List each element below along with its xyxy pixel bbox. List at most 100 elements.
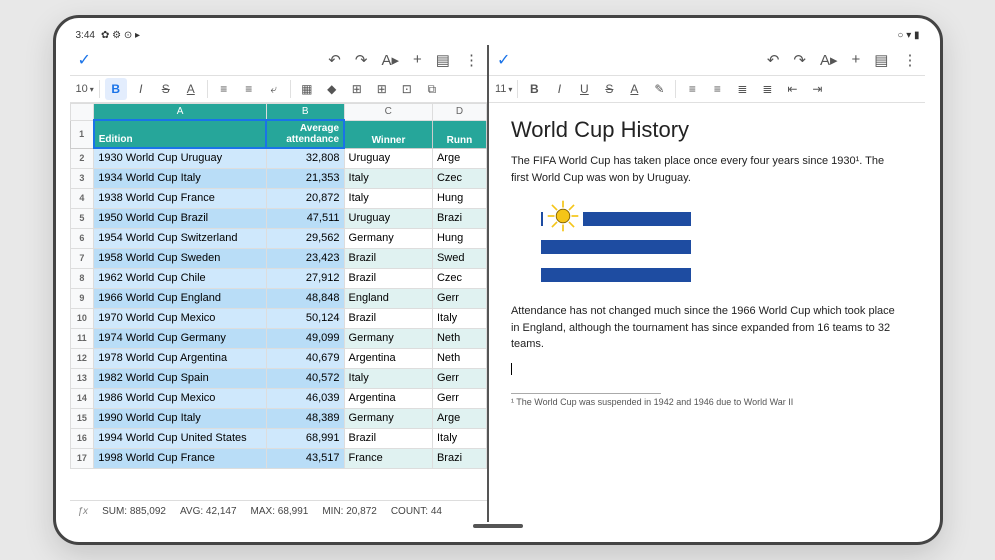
doc-caret-line[interactable] [511, 361, 904, 378]
text-color-button[interactable]: A [623, 78, 645, 100]
insert-icon[interactable]: + [413, 51, 422, 69]
merge-button[interactable]: ▦ [296, 78, 318, 100]
row-header[interactable]: 1 [70, 120, 94, 148]
cell-runnerup[interactable]: Gerr [432, 288, 486, 308]
cell-attendance[interactable]: 20,872 [266, 188, 344, 208]
cell-runnerup[interactable]: Gerr [432, 388, 486, 408]
header-runnerup[interactable]: Runn [432, 120, 486, 148]
uruguay-flag-image[interactable] [541, 194, 691, 289]
cell-edition[interactable]: 1966 World Cup England [94, 288, 267, 308]
redo-icon[interactable]: ↷ [793, 51, 806, 69]
cell-runnerup[interactable]: Brazi [432, 208, 486, 228]
cell-attendance[interactable]: 23,423 [266, 248, 344, 268]
cell-winner[interactable]: Brazil [344, 248, 432, 268]
cell-attendance[interactable]: 68,991 [266, 428, 344, 448]
row-header[interactable]: 13 [70, 368, 94, 388]
more-icon[interactable]: ⋮ [464, 51, 479, 69]
cell-edition[interactable]: 1986 World Cup Mexico [94, 388, 267, 408]
underline-button[interactable]: U [573, 78, 595, 100]
cell-attendance[interactable]: 21,353 [266, 168, 344, 188]
doc-title[interactable]: World Cup History [511, 117, 904, 143]
comment-icon[interactable]: ▤ [436, 51, 450, 69]
cell-attendance[interactable]: 27,912 [266, 268, 344, 288]
cell-runnerup[interactable]: Italy [432, 308, 486, 328]
row-header[interactable]: 9 [70, 288, 94, 308]
text-format-icon[interactable]: A▸ [820, 51, 838, 69]
cell-winner[interactable]: Uruguay [344, 148, 432, 168]
cell-winner[interactable]: Italy [344, 368, 432, 388]
cell-button[interactable]: ⊡ [396, 78, 418, 100]
cell-edition[interactable]: 1982 World Cup Spain [94, 368, 267, 388]
insert-row-button[interactable]: ⊞ [371, 78, 393, 100]
cell-edition[interactable]: 1938 World Cup France [94, 188, 267, 208]
cell-attendance[interactable]: 32,808 [266, 148, 344, 168]
cell-attendance[interactable]: 40,679 [266, 348, 344, 368]
row-header[interactable]: 6 [70, 228, 94, 248]
cell-edition[interactable]: 1974 World Cup Germany [94, 328, 267, 348]
row-header[interactable]: 2 [70, 148, 94, 168]
cell-edition[interactable]: 1930 World Cup Uruguay [94, 148, 267, 168]
cell-edition[interactable]: 1954 World Cup Switzerland [94, 228, 267, 248]
cell-edition[interactable]: 1958 World Cup Sweden [94, 248, 267, 268]
cell-runnerup[interactable]: Italy [432, 428, 486, 448]
line-spacing-button[interactable]: ≡ [706, 78, 728, 100]
col-header-a[interactable]: A [94, 104, 267, 121]
cell-winner[interactable]: Brazil [344, 428, 432, 448]
row-header[interactable]: 3 [70, 168, 94, 188]
spreadsheet-grid[interactable]: A B C D 1 Edition Average attendance Win… [70, 103, 487, 500]
bold-button[interactable]: B [523, 78, 545, 100]
row-header[interactable]: 5 [70, 208, 94, 228]
accept-check-icon[interactable]: ✓ [78, 50, 91, 70]
accept-check-icon[interactable]: ✓ [497, 50, 510, 70]
col-header-d[interactable]: D [432, 104, 486, 121]
number-list-button[interactable]: ≣ [756, 78, 778, 100]
doc-paragraph[interactable]: Attendance has not changed much since th… [511, 303, 904, 353]
doc-paragraph[interactable]: The FIFA World Cup has taken place once … [511, 153, 904, 186]
comment-icon[interactable]: ▤ [874, 51, 888, 69]
row-header[interactable]: 14 [70, 388, 94, 408]
cell-attendance[interactable]: 50,124 [266, 308, 344, 328]
halign-button[interactable]: ≡ [213, 78, 235, 100]
link-button[interactable]: ⧉ [421, 78, 443, 100]
row-header[interactable]: 7 [70, 248, 94, 268]
row-header[interactable]: 16 [70, 428, 94, 448]
row-header[interactable]: 17 [70, 448, 94, 468]
font-size-stepper[interactable]: 10 ▾ [76, 83, 94, 95]
cell-runnerup[interactable]: Arge [432, 408, 486, 428]
valign-button[interactable]: ≡ [238, 78, 260, 100]
italic-button[interactable]: I [548, 78, 570, 100]
cell-runnerup[interactable]: Czec [432, 168, 486, 188]
cell-runnerup[interactable]: Gerr [432, 368, 486, 388]
cell-winner[interactable]: Italy [344, 188, 432, 208]
cell-edition[interactable]: 1962 World Cup Chile [94, 268, 267, 288]
cell-winner[interactable]: Uruguay [344, 208, 432, 228]
borders-button[interactable]: ⊞ [346, 78, 368, 100]
nav-handle[interactable] [473, 524, 523, 528]
cell-runnerup[interactable]: Arge [432, 148, 486, 168]
italic-button[interactable]: I [130, 78, 152, 100]
cell-runnerup[interactable]: Hung [432, 228, 486, 248]
cell-runnerup[interactable]: Czec [432, 268, 486, 288]
footnote-text[interactable]: ¹ The World Cup was suspended in 1942 an… [511, 397, 904, 407]
header-winner[interactable]: Winner [344, 120, 432, 148]
cell-winner[interactable]: Argentina [344, 388, 432, 408]
row-header[interactable]: 4 [70, 188, 94, 208]
cell-winner[interactable]: Germany [344, 328, 432, 348]
cell-runnerup[interactable]: Swed [432, 248, 486, 268]
text-color-button[interactable]: A [180, 78, 202, 100]
row-header[interactable]: 15 [70, 408, 94, 428]
row-header[interactable]: 10 [70, 308, 94, 328]
header-attendance[interactable]: Average attendance [266, 120, 344, 148]
cell-winner[interactable]: Argentina [344, 348, 432, 368]
wrap-button[interactable]: ⤶ [263, 78, 285, 100]
indent-right-button[interactable]: ⇥ [806, 78, 828, 100]
indent-left-button[interactable]: ⇤ [781, 78, 803, 100]
row-header[interactable]: 8 [70, 268, 94, 288]
bullet-list-button[interactable]: ≣ [731, 78, 753, 100]
insert-icon[interactable]: + [852, 51, 861, 69]
cell-runnerup[interactable]: Neth [432, 348, 486, 368]
cell-attendance[interactable]: 40,572 [266, 368, 344, 388]
strike-button[interactable]: S [155, 78, 177, 100]
cell-edition[interactable]: 1970 World Cup Mexico [94, 308, 267, 328]
col-header-b[interactable]: B [266, 104, 344, 121]
